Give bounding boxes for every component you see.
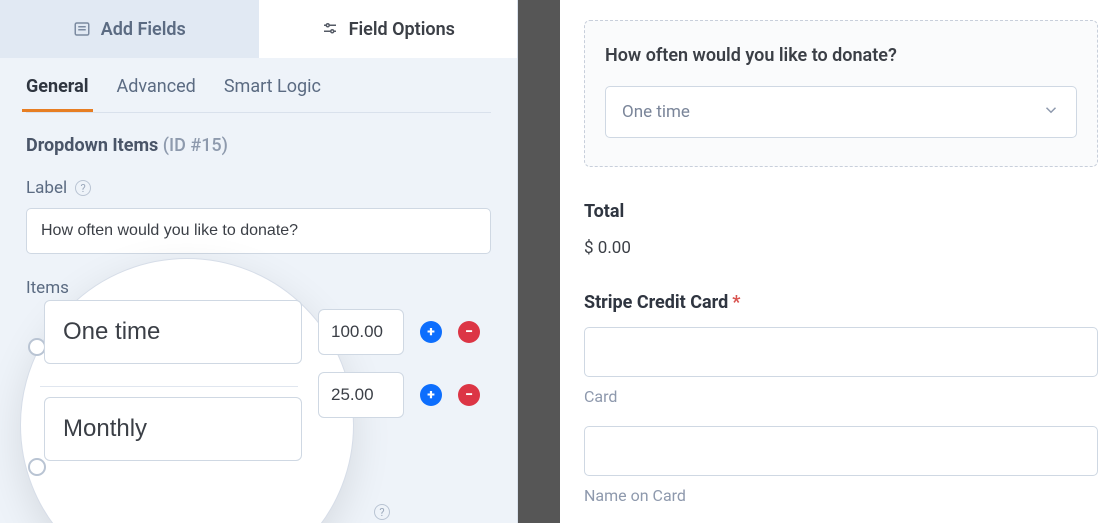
sub-tabs: General Advanced Smart Logic bbox=[0, 58, 517, 112]
required-asterisk: * bbox=[732, 292, 740, 313]
dropdown-items-editor: + − + − ? bbox=[40, 300, 510, 483]
question-label: How often would you like to donate? bbox=[605, 45, 1077, 66]
selected-field-preview[interactable]: How often would you like to donate? One … bbox=[584, 20, 1098, 167]
dropdown-selected-value: One time bbox=[622, 102, 690, 122]
form-preview-panel: How often would you like to donate? One … bbox=[560, 0, 1116, 523]
dropdown-field[interactable]: One time bbox=[605, 86, 1077, 138]
tab-add-fields[interactable]: Add Fields bbox=[0, 0, 259, 58]
stripe-label: Stripe Credit Card* bbox=[584, 292, 1098, 313]
item-row: + − bbox=[40, 300, 510, 364]
name-on-card-input[interactable] bbox=[584, 426, 1098, 476]
form-icon bbox=[73, 20, 91, 38]
field-settings-section: Dropdown Items (ID #15) Label ? Items bbox=[0, 113, 517, 310]
item-row: + − bbox=[40, 397, 510, 461]
stripe-block: Stripe Credit Card* Card Name on Card bbox=[584, 292, 1098, 505]
add-item-button[interactable]: + bbox=[420, 321, 442, 343]
total-block: Total $ 0.00 bbox=[584, 201, 1098, 258]
builder-sidebar: Add Fields Field Options General Advance… bbox=[0, 0, 518, 523]
total-label: Total bbox=[584, 201, 1098, 222]
tab-field-options-label: Field Options bbox=[349, 19, 455, 40]
subtab-general[interactable]: General bbox=[26, 76, 89, 111]
help-icon[interactable]: ? bbox=[374, 504, 390, 520]
item-price-input[interactable] bbox=[318, 372, 404, 418]
label-field-label: Label bbox=[26, 178, 67, 198]
sliders-icon bbox=[321, 20, 339, 38]
items-label: Items bbox=[26, 278, 69, 298]
total-value: $ 0.00 bbox=[584, 238, 1098, 258]
items-label-row: Items bbox=[26, 278, 491, 298]
chevron-down-icon bbox=[1042, 101, 1060, 124]
section-title-text: Dropdown Items bbox=[26, 135, 158, 156]
remove-item-button[interactable]: − bbox=[458, 321, 480, 343]
add-item-button[interactable]: + bbox=[420, 384, 442, 406]
item-label-input[interactable] bbox=[44, 300, 302, 364]
item-divider bbox=[40, 386, 298, 387]
subtab-smart-logic[interactable]: Smart Logic bbox=[224, 76, 321, 111]
tab-field-options[interactable]: Field Options bbox=[259, 0, 518, 58]
tab-add-fields-label: Add Fields bbox=[101, 19, 186, 40]
primary-tabs: Add Fields Field Options bbox=[0, 0, 517, 58]
card-sublabel: Card bbox=[584, 387, 1098, 406]
label-field-block: Label ? bbox=[26, 178, 491, 254]
item-label-input[interactable] bbox=[44, 397, 302, 461]
help-icon[interactable]: ? bbox=[75, 180, 91, 196]
panel-gap bbox=[518, 0, 560, 523]
remove-item-button[interactable]: − bbox=[458, 384, 480, 406]
name-sublabel: Name on Card bbox=[584, 486, 1098, 505]
section-id: (ID #15) bbox=[163, 135, 228, 156]
label-input[interactable] bbox=[26, 208, 491, 254]
card-number-input[interactable] bbox=[584, 327, 1098, 377]
subtab-advanced[interactable]: Advanced bbox=[117, 76, 196, 111]
form-preview: How often would you like to donate? One … bbox=[584, 20, 1098, 505]
item-price-input[interactable] bbox=[318, 309, 404, 355]
section-title: Dropdown Items (ID #15) bbox=[26, 135, 491, 156]
stripe-label-text: Stripe Credit Card bbox=[584, 292, 728, 313]
